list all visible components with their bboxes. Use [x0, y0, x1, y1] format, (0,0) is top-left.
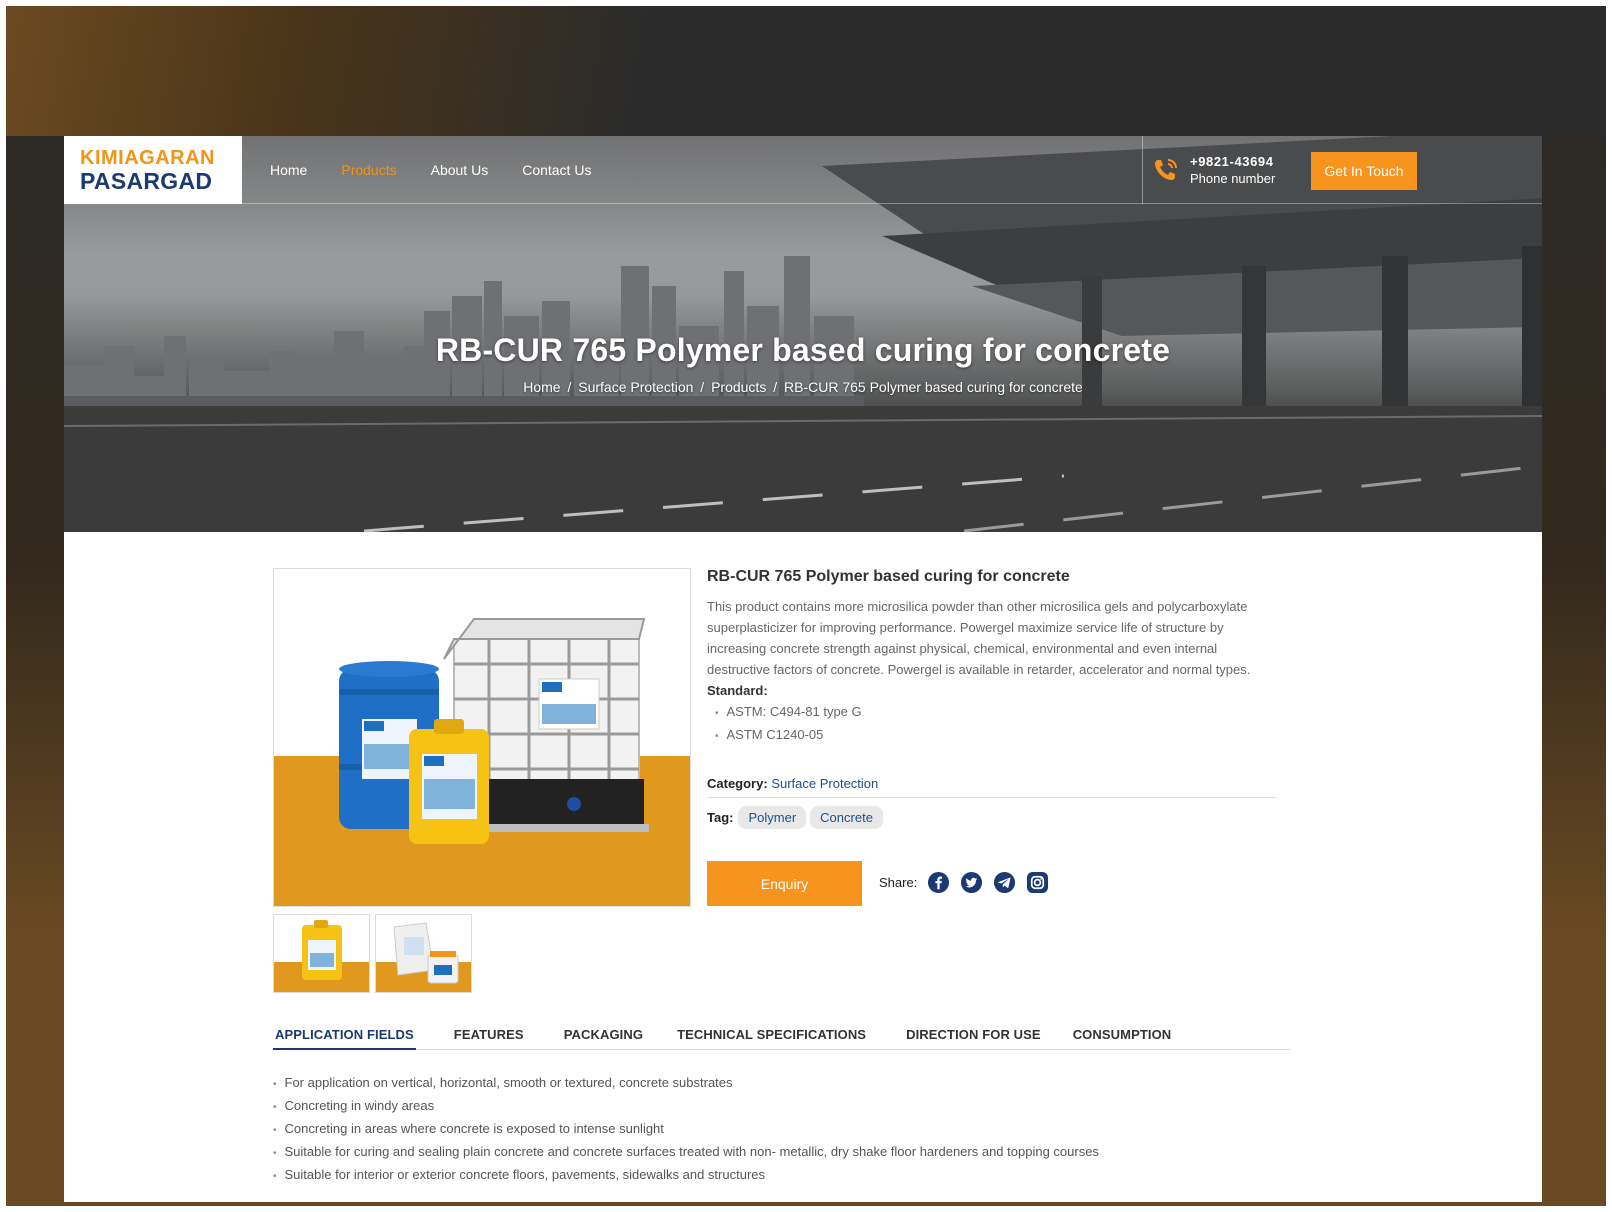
twitter-icon[interactable]: [960, 871, 983, 894]
phone-icon: [1155, 159, 1177, 180]
product-containers-image: [339, 618, 649, 844]
telegram-icon[interactable]: [993, 871, 1016, 894]
road-image: [64, 406, 1542, 532]
instagram-icon[interactable]: [1026, 871, 1049, 894]
product-thumbnail-2[interactable]: [375, 914, 472, 993]
product-tabs: APPLICATION FIELDS FEATURES PACKAGING TE…: [273, 1024, 1290, 1050]
list-item: Suitable for curing and sealing plain co…: [273, 1141, 1273, 1164]
list-item: Concreting in windy areas: [273, 1095, 1273, 1118]
product-thumbnail-1[interactable]: [273, 914, 370, 993]
list-item: Suitable for interior or exterior concre…: [273, 1164, 1273, 1187]
phone-number: +9821-43694: [1190, 154, 1274, 169]
nav-home[interactable]: Home: [270, 162, 307, 178]
breadcrumb: Home / Surface Protection / Products / R…: [64, 379, 1542, 395]
product-main-image[interactable]: [273, 568, 691, 907]
share-row: Share:: [879, 871, 1049, 894]
header-divider: [1142, 136, 1143, 204]
tab-technical-specifications[interactable]: TECHNICAL SPECIFICATIONS: [675, 1024, 868, 1050]
product-info: RB-CUR 765 Polymer based curing for conc…: [707, 568, 1279, 747]
nav-about-us[interactable]: About Us: [431, 162, 489, 178]
standard-label: Standard:: [707, 683, 768, 698]
breadcrumb-current: RB-CUR 765 Polymer based curing for conc…: [784, 379, 1083, 395]
phone-contact[interactable]: +9821-43694 Phone number: [1152, 154, 1275, 186]
enquiry-button[interactable]: Enquiry: [707, 861, 862, 906]
standards-list: ASTM: C494-81 type G ASTM C1240-05: [715, 701, 1279, 747]
list-item: For application on vertical, horizontal,…: [273, 1072, 1273, 1095]
product-name: RB-CUR 765 Polymer based curing for conc…: [707, 568, 1070, 585]
logo-text-bottom: PASARGAD: [80, 168, 213, 194]
nav-contact-us[interactable]: Contact Us: [522, 162, 591, 178]
tag-label: Tag:: [707, 810, 734, 825]
site-logo[interactable]: KIMIAGARAN PASARGAD: [64, 136, 242, 204]
main-nav: Home Products About Us Contact Us: [270, 136, 591, 204]
tab-packaging[interactable]: PACKAGING: [562, 1024, 645, 1050]
web-page: KIMIAGARAN PASARGAD Home Products About …: [64, 136, 1542, 1202]
category-row: Category: Surface Protection: [707, 776, 1277, 798]
standard-item: ASTM C1240-05: [715, 724, 1279, 747]
tag-row: Tag: Polymer Concrete: [707, 806, 883, 829]
tab-consumption[interactable]: CONSUMPTION: [1071, 1024, 1174, 1050]
share-label: Share:: [879, 875, 918, 890]
breadcrumb-separator: /: [700, 379, 705, 395]
breadcrumb-separator: /: [773, 379, 778, 395]
standard-item: ASTM: C494-81 type G: [715, 701, 1279, 724]
tab-application-fields[interactable]: APPLICATION FIELDS: [273, 1024, 416, 1050]
product-description: This product contains more microsilica p…: [707, 599, 1251, 677]
application-fields-list: For application on vertical, horizontal,…: [273, 1072, 1273, 1187]
page-title: RB-CUR 765 Polymer based curing for conc…: [435, 332, 1171, 368]
phone-label: Phone number: [1190, 171, 1276, 186]
breadcrumb-products[interactable]: Products: [711, 379, 766, 395]
tag-concrete[interactable]: Concrete: [810, 806, 883, 829]
nav-products[interactable]: Products: [341, 162, 396, 178]
facebook-icon[interactable]: [927, 871, 950, 894]
breadcrumb-separator: /: [567, 379, 572, 395]
tab-direction-for-use[interactable]: DIRECTION FOR USE: [904, 1024, 1043, 1050]
category-link[interactable]: Surface Protection: [771, 776, 878, 791]
get-in-touch-button[interactable]: Get In Touch: [1311, 152, 1417, 190]
logo-text-top: KIMIAGARAN: [80, 147, 215, 169]
breadcrumb-home[interactable]: Home: [523, 379, 560, 395]
breadcrumb-surface-protection[interactable]: Surface Protection: [578, 379, 693, 395]
hero-banner: KIMIAGARAN PASARGAD Home Products About …: [64, 136, 1542, 532]
category-label: Category:: [707, 776, 768, 791]
list-item: Concreting in areas where concrete is ex…: [273, 1118, 1273, 1141]
tab-features[interactable]: FEATURES: [452, 1024, 526, 1050]
tag-polymer[interactable]: Polymer: [738, 806, 807, 829]
site-header: KIMIAGARAN PASARGAD Home Products About …: [64, 136, 1542, 204]
